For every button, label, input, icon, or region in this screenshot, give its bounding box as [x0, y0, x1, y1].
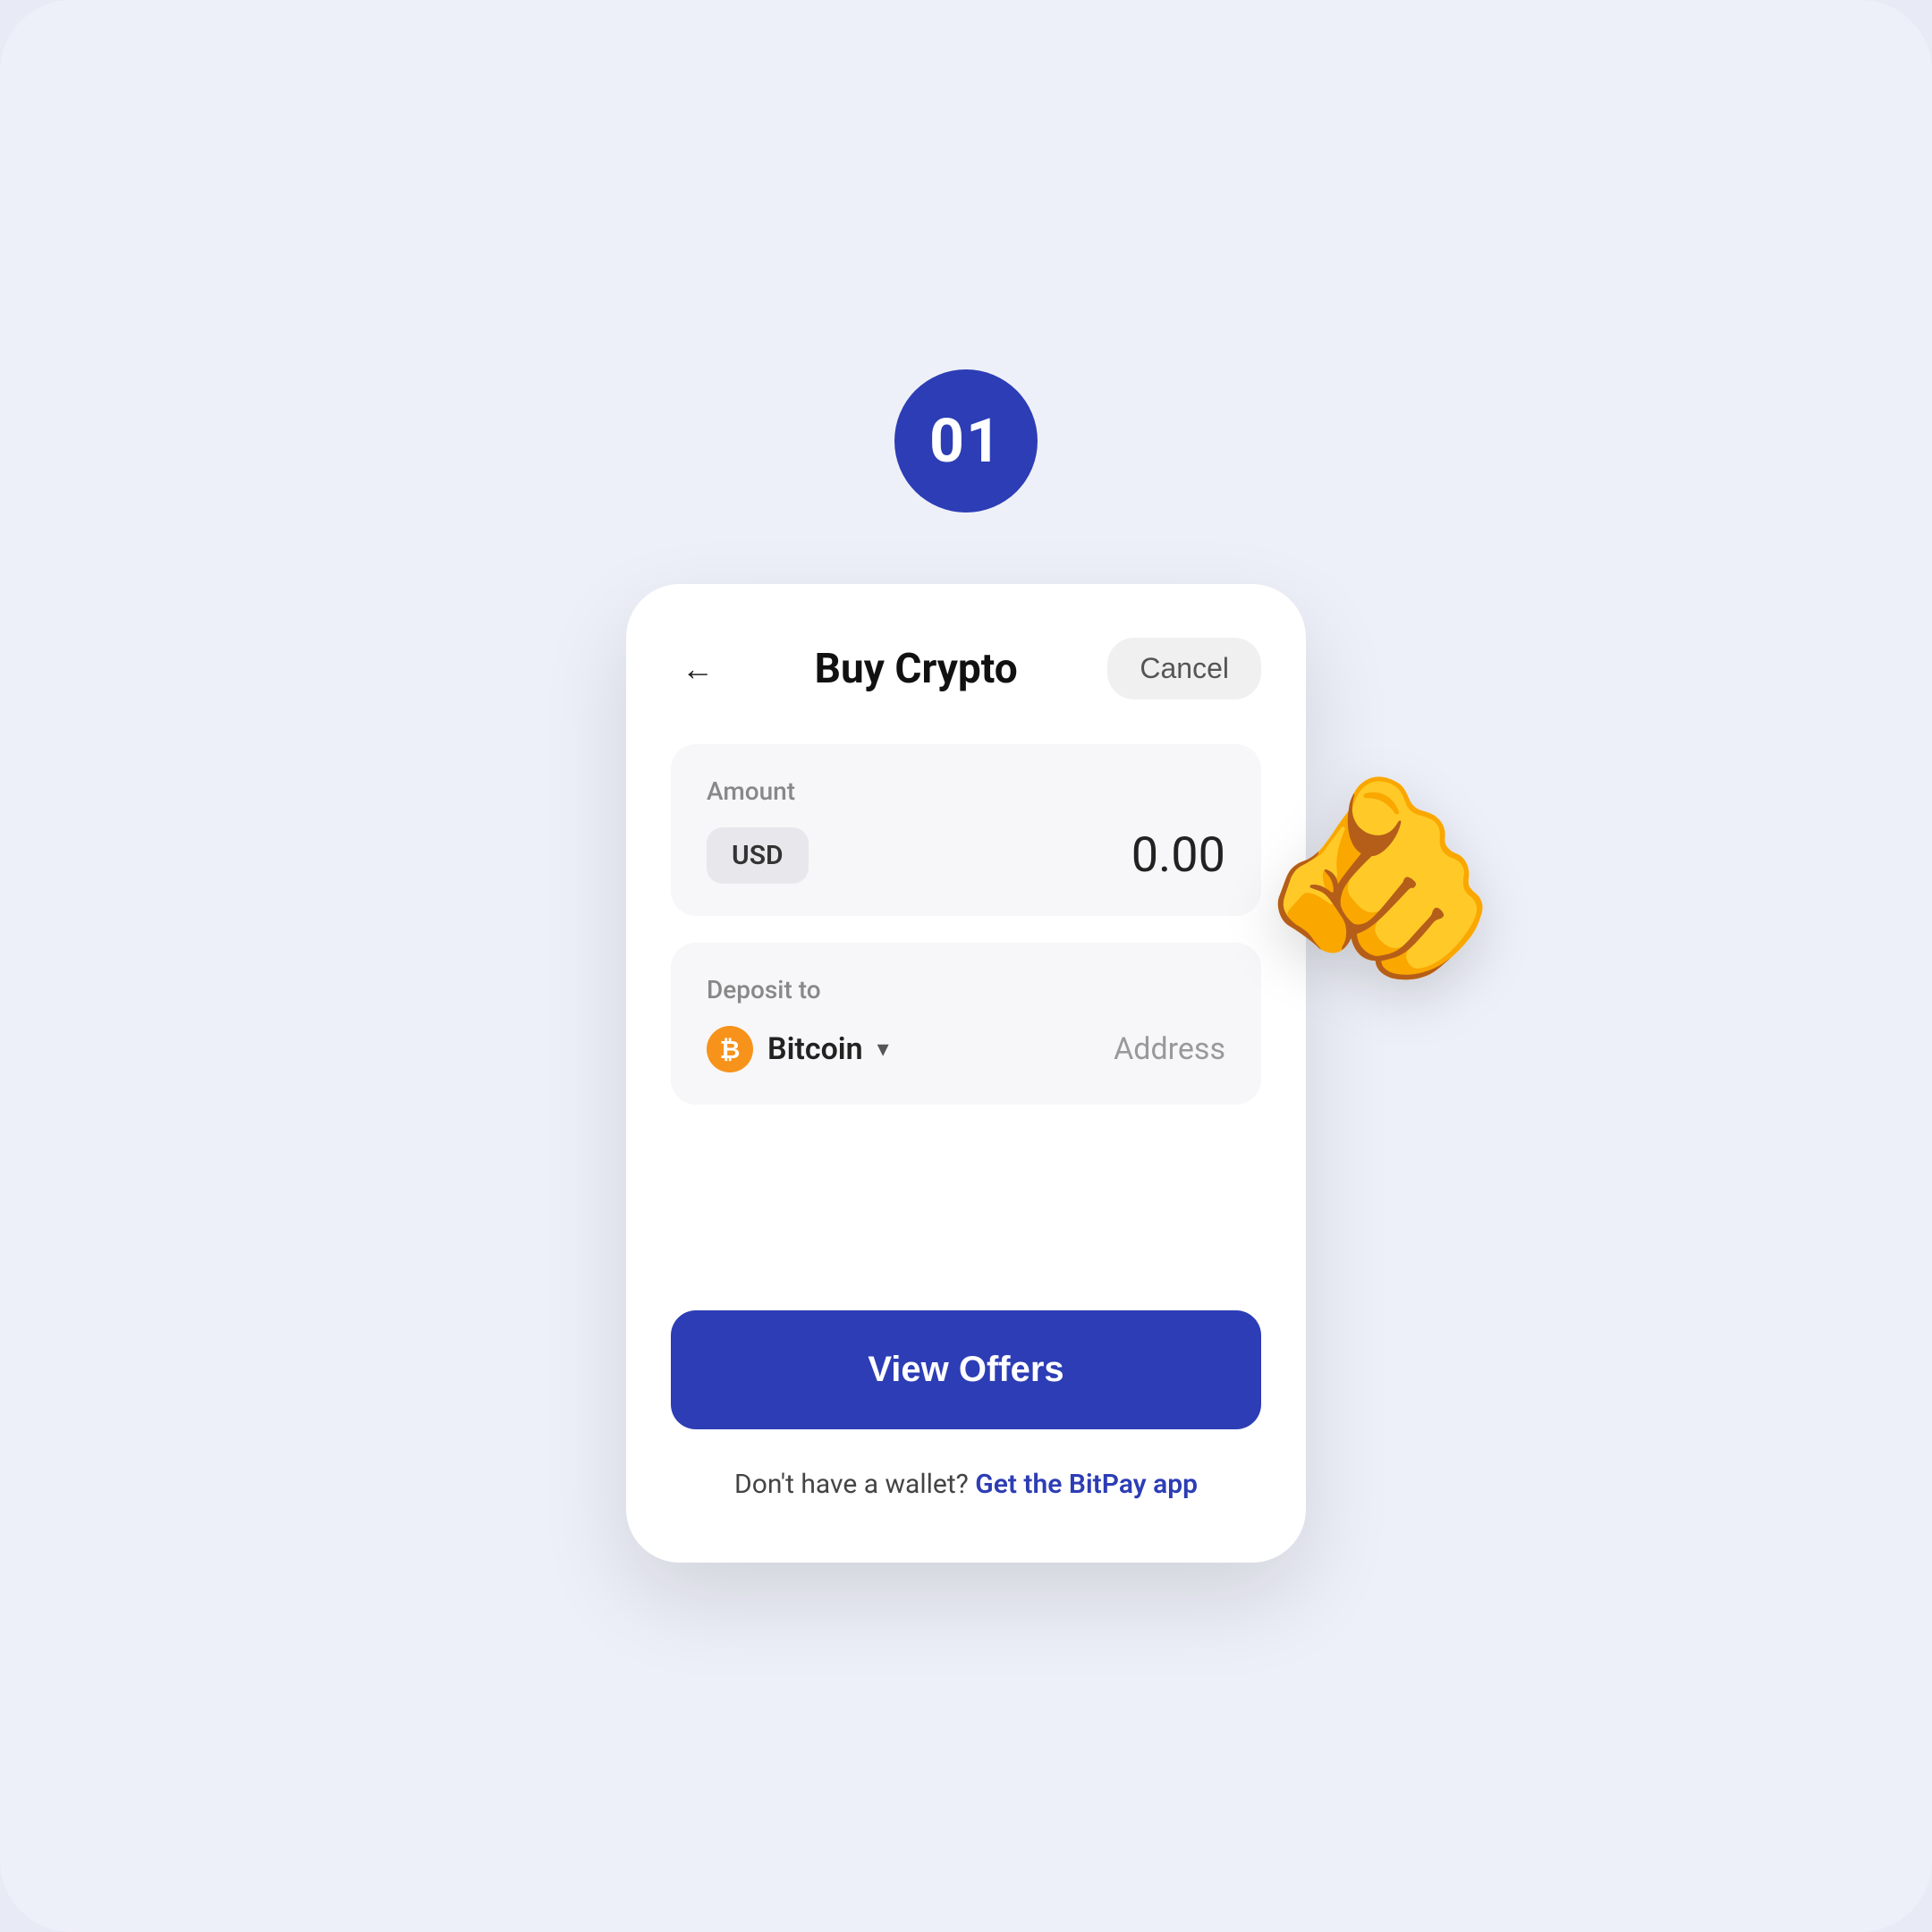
content-spacer — [671, 1131, 1261, 1310]
back-button[interactable]: ← — [671, 642, 724, 696]
view-offers-button[interactable]: View Offers — [671, 1310, 1261, 1429]
step-number: 01 — [929, 405, 1003, 477]
phone-header: ← Buy Crypto Cancel — [671, 638, 1261, 699]
amount-row: USD 0.00 — [707, 827, 1225, 884]
btc-icon: ₿ — [707, 1026, 753, 1072]
amount-label: Amount — [707, 776, 1225, 806]
wallet-prompt: Don't have a wallet? Get the BitPay app — [671, 1469, 1261, 1500]
amount-section: Amount USD 0.00 — [671, 744, 1261, 916]
currency-badge[interactable]: USD — [707, 827, 809, 884]
crypto-selector[interactable]: ₿ Bitcoin ▾ — [707, 1026, 889, 1072]
page-wrapper: 01 🫵 ← Buy Crypto Cancel Amount USD 0.00 — [0, 0, 1932, 1932]
phone-container: 🫵 ← Buy Crypto Cancel Amount USD 0.00 — [626, 584, 1306, 1563]
phone-card: ← Buy Crypto Cancel Amount USD 0.00 Depo… — [626, 584, 1306, 1563]
address-placeholder[interactable]: Address — [1114, 1031, 1225, 1067]
deposit-label: Deposit to — [707, 975, 1225, 1004]
wallet-prompt-text: Don't have a wallet? — [734, 1469, 969, 1500]
cancel-button[interactable]: Cancel — [1107, 638, 1261, 699]
deposit-section: Deposit to ₿ Bitcoin ▾ Address — [671, 943, 1261, 1105]
get-bitpay-link[interactable]: Get the BitPay app — [975, 1469, 1198, 1500]
back-arrow-icon: ← — [682, 650, 714, 688]
step-badge: 01 — [894, 369, 1038, 513]
amount-value[interactable]: 0.00 — [1131, 827, 1225, 884]
deposit-row: ₿ Bitcoin ▾ Address — [707, 1026, 1225, 1072]
crypto-name: Bitcoin — [767, 1031, 863, 1067]
page-title: Buy Crypto — [815, 645, 1018, 693]
chevron-down-icon: ▾ — [877, 1036, 889, 1063]
